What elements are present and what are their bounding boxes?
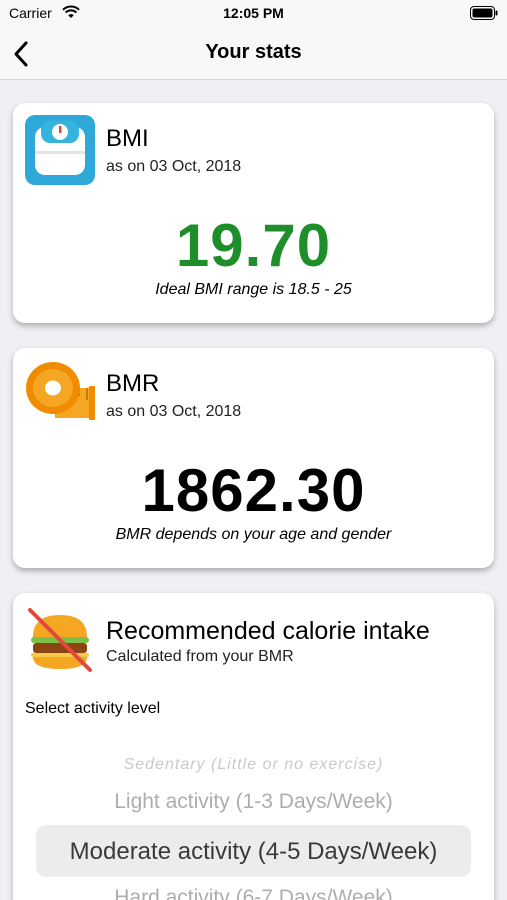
battery-icon (470, 6, 498, 20)
bmr-value: 1862.30 (141, 457, 366, 524)
bmi-date: as on 03 Oct, 2018 (106, 158, 242, 175)
activity-level-picker[interactable]: Sedentary (Little or no exercise) Light … (13, 748, 494, 900)
bmi-range-note: Ideal BMI range is 18.5 - 25 (155, 281, 352, 298)
measuring-tape-icon (26, 362, 95, 420)
bmr-date: as on 03 Oct, 2018 (106, 403, 242, 420)
picker-option-moderate[interactable]: Moderate activity (4-5 Days/Week) (13, 838, 494, 866)
bmr-note: BMR depends on your age and gender (115, 526, 392, 543)
scale-icon (25, 115, 95, 185)
bmi-title: BMI (106, 125, 149, 152)
status-bar: Carrier 12:05 PM (0, 0, 507, 28)
bmr-title: BMR (106, 370, 160, 397)
calorie-subtitle: Calculated from your BMR (106, 648, 294, 665)
bmr-card: BMR as on 03 Oct, 2018 1862.30 BMR depen… (13, 348, 494, 568)
crossed-burger-icon (28, 608, 92, 672)
picker-option-sedentary[interactable]: Sedentary (Little or no exercise) (13, 756, 494, 774)
activity-level-label: Select activity level (25, 700, 161, 717)
bmi-card: BMI as on 03 Oct, 2018 19.70 Ideal BMI r… (13, 103, 494, 323)
calorie-title: Recommended calorie intake (106, 617, 430, 645)
page-title: Your stats (205, 41, 302, 63)
status-time: 12:05 PM (223, 5, 284, 21)
bmi-value: 19.70 (175, 212, 332, 279)
picker-option-hard[interactable]: Hard activity (6-7 Days/Week) (13, 886, 494, 900)
picker-option-light[interactable]: Light activity (1-3 Days/Week) (13, 790, 494, 814)
calorie-intake-card: Recommended calorie intake Calculated fr… (13, 593, 494, 900)
navigation-bar: Your stats (0, 28, 507, 80)
